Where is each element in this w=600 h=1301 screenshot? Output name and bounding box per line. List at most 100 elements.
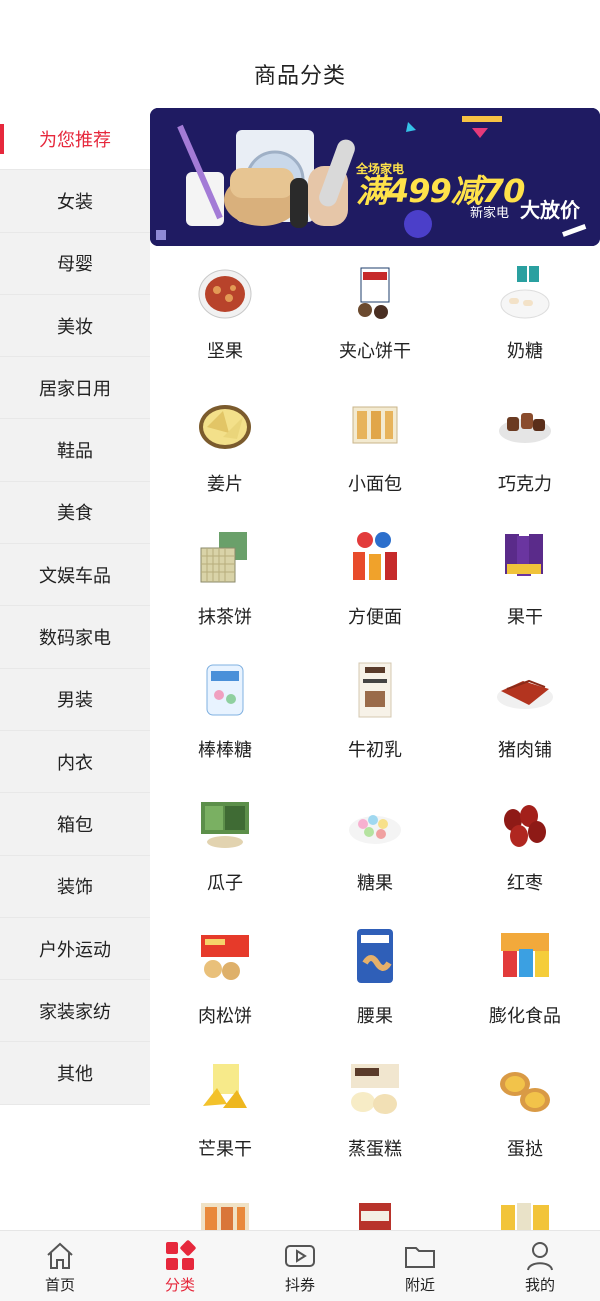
sidebar-item-label: 美食: [57, 503, 93, 525]
category-label: 芒果干: [198, 1139, 252, 1160]
category-label: 果干: [507, 607, 543, 628]
page-title: 商品分类: [253, 64, 346, 89]
chocolate-icon: [499, 413, 551, 443]
nuts-icon: [198, 269, 252, 319]
category-label: 方便面: [348, 607, 402, 628]
sidebar-item-home[interactable]: 居家日用: [0, 357, 150, 420]
category-item-partial-2[interactable]: [300, 1191, 450, 1230]
category-label: 猪肉铺: [498, 740, 552, 761]
category-item-puffed-snack[interactable]: 膨化食品: [450, 925, 600, 1058]
sidebar-item-recommend[interactable]: 为您推荐: [0, 108, 150, 171]
sidebar-item-food[interactable]: 美食: [0, 482, 150, 545]
category-label: 膨化食品: [489, 1006, 561, 1027]
category-label: 蛋挞: [507, 1139, 543, 1160]
tab-nearby[interactable]: 附近: [360, 1231, 480, 1301]
sidebar-item-entertainment-car[interactable]: 文娱车品: [0, 544, 150, 607]
sidebar-item-decor[interactable]: 装饰: [0, 856, 150, 918]
category-item-partial-1[interactable]: [150, 1191, 300, 1230]
category-label: 奶糖: [507, 341, 543, 362]
tab-profile[interactable]: 我的: [480, 1231, 600, 1301]
header: 商品分类: [0, 0, 600, 108]
folder-icon: [405, 1247, 435, 1268]
category-item-seeds[interactable]: 瓜子: [150, 792, 300, 925]
snack-pack-icon: [201, 1203, 249, 1230]
category-item-nuts[interactable]: 坚果: [150, 260, 300, 393]
category-label: 抹茶饼: [198, 607, 252, 628]
category-item-candy[interactable]: 糖果: [300, 792, 450, 925]
category-label: 小面包: [348, 474, 402, 495]
category-label: 坚果: [207, 341, 243, 362]
sidebar-item-home-textile[interactable]: 家装家纺: [0, 980, 150, 1043]
matcha-cake-icon: [200, 532, 247, 583]
category-item-colostrum[interactable]: 牛初乳: [300, 659, 450, 792]
category-item-matcha[interactable]: 抹茶饼: [150, 526, 300, 659]
category-sidebar: 为您推荐 女装 母婴 美妆 居家日用 鞋品 美食 文娱车品 数码家电 男装 内衣…: [0, 108, 150, 1105]
sidebar-item-digital[interactable]: 数码家电: [0, 606, 150, 669]
red-date-icon: [504, 805, 546, 847]
category-icon: [166, 1240, 196, 1270]
milk-candy-icon: [500, 266, 550, 319]
steamed-cake-icon: [351, 1064, 399, 1114]
sandwich-biscuit-icon: [358, 267, 390, 319]
egg-tart-icon: [500, 1072, 550, 1112]
sidebar-item-men[interactable]: 男装: [0, 669, 150, 731]
bread-icon: [352, 406, 398, 444]
category-item-ginger[interactable]: 姜片: [150, 393, 300, 526]
sidebar-item-label: 美妆: [57, 316, 93, 338]
banner-sub-left: 新家电: [470, 206, 510, 221]
sidebar-item-baby[interactable]: 母婴: [0, 233, 150, 295]
puffed-snack-icon: [501, 933, 549, 977]
colostrum-icon: [358, 662, 392, 718]
sidebar-item-label: 男装: [57, 690, 93, 712]
tin-can-icon: [359, 1203, 391, 1230]
sidebar-item-bags[interactable]: 箱包: [0, 793, 150, 856]
category-item-sandwich-biscuit[interactable]: 夹心饼干: [300, 260, 450, 393]
category-item-red-dates[interactable]: 红枣: [450, 792, 600, 925]
category-item-chocolate[interactable]: 巧克力: [450, 393, 600, 526]
tab-video-coupon[interactable]: 抖券: [240, 1231, 360, 1301]
tab-category[interactable]: 分类: [120, 1231, 240, 1301]
lollipop-icon: [206, 664, 244, 716]
category-label: 肉松饼: [198, 1006, 252, 1027]
category-item-instant-noodle[interactable]: 方便面: [300, 526, 450, 659]
promo-banner[interactable]: 全场家电 满499减70 新家电 大放价: [150, 108, 600, 246]
sidebar-item-women[interactable]: 女装: [0, 170, 150, 233]
sidebar-item-label: 其他: [57, 1064, 93, 1086]
pork-jerky-icon: [497, 679, 553, 709]
sidebar-item-label: 鞋品: [57, 441, 93, 463]
banner-sub-right: 大放价: [520, 198, 580, 222]
category-item-partial-3[interactable]: [450, 1191, 600, 1230]
sidebar-item-label: 为您推荐: [39, 129, 111, 151]
ginger-slice-icon: [199, 405, 251, 449]
sidebar-item-label: 文娱车品: [39, 565, 111, 587]
sidebar-item-label: 箱包: [57, 814, 93, 836]
category-item-bread[interactable]: 小面包: [300, 393, 450, 526]
sidebar-item-underwear[interactable]: 内衣: [0, 731, 150, 794]
category-item-lollipop[interactable]: 棒棒糖: [150, 659, 300, 792]
tab-label: 首页: [44, 1276, 75, 1294]
sidebar-item-other[interactable]: 其他: [0, 1042, 150, 1105]
snack-bag-icon: [501, 1203, 549, 1230]
category-item-milk-candy[interactable]: 奶糖: [450, 260, 600, 393]
tab-label: 我的: [524, 1276, 555, 1294]
category-item-pork-jerky[interactable]: 猪肉铺: [450, 659, 600, 792]
category-item-floss-cake[interactable]: 肉松饼: [150, 925, 300, 1058]
category-item-dried-mango[interactable]: 芒果干: [150, 1058, 300, 1191]
user-icon: [527, 1242, 553, 1271]
sidebar-item-shoes[interactable]: 鞋品: [0, 419, 150, 482]
candy-icon: [349, 815, 401, 844]
dried-fruit-icon: [505, 534, 543, 576]
category-item-egg-tart[interactable]: 蛋挞: [450, 1058, 600, 1191]
sidebar-item-label: 母婴: [57, 254, 93, 276]
instant-noodle-icon: [353, 532, 397, 580]
category-label: 牛初乳: [348, 740, 402, 761]
category-item-steamed-cake[interactable]: 蒸蛋糕: [300, 1058, 450, 1191]
category-item-cashew[interactable]: 腰果: [300, 925, 450, 1058]
tab-label: 附近: [404, 1276, 435, 1294]
sidebar-item-outdoor[interactable]: 户外运动: [0, 918, 150, 981]
floss-cake-icon: [201, 935, 249, 980]
tab-home[interactable]: 首页: [0, 1231, 120, 1301]
category-item-dried-fruit[interactable]: 果干: [450, 526, 600, 659]
sidebar-item-beauty[interactable]: 美妆: [0, 295, 150, 358]
sidebar-item-label: 装饰: [57, 877, 93, 899]
